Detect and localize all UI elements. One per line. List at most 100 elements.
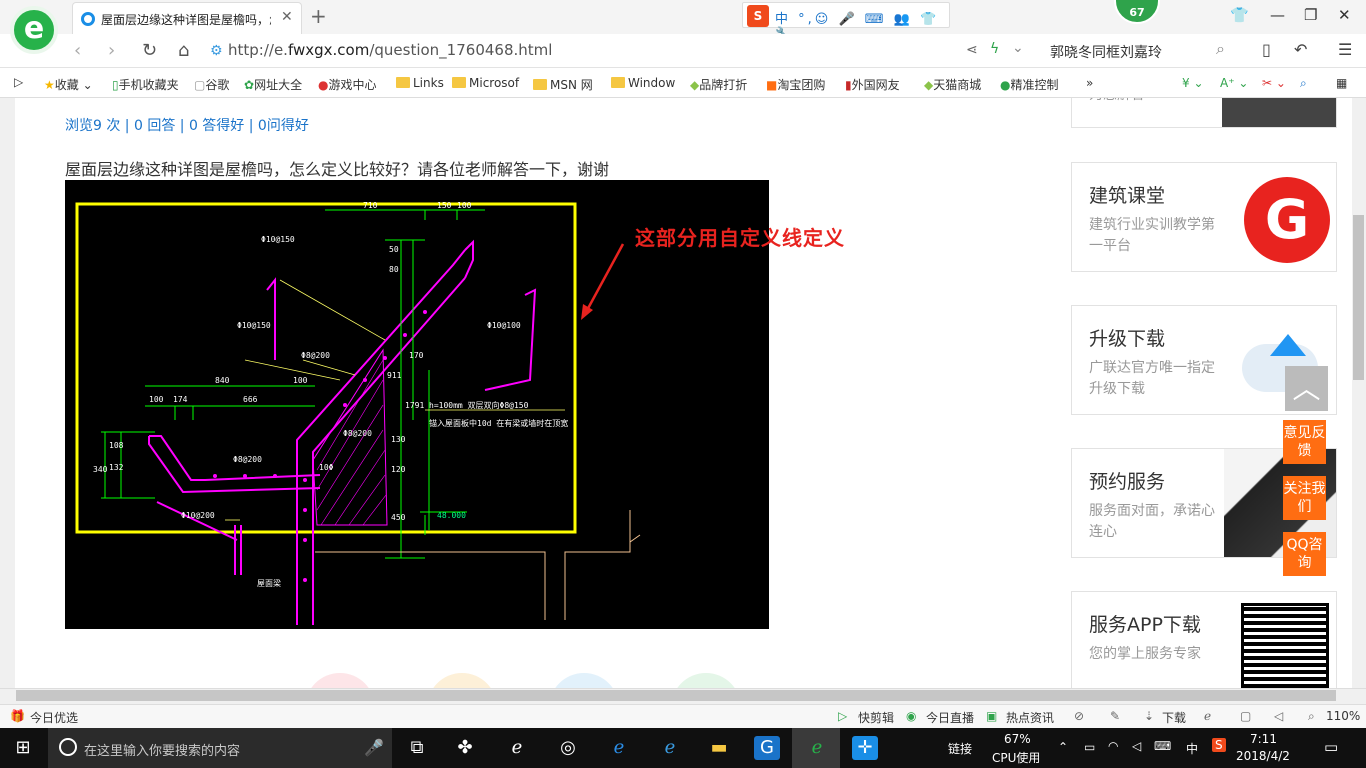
ie-icon[interactable]: ℯ [504,736,530,760]
tray-expand-icon[interactable]: ⌃ [1058,740,1068,754]
undo-icon[interactable]: ↶ [1294,40,1307,59]
category-circle-3[interactable] [549,673,619,688]
chevron-down-icon[interactable]: ⌄ [1012,40,1024,56]
translate-icon[interactable]: A⁺ ⌄ [1220,76,1248,90]
task-view-icon[interactable]: ⧉ [404,736,430,760]
share-icon[interactable]: ⋖ [966,42,978,58]
clock-date[interactable]: 2018/4/2 [1236,749,1290,763]
taskbar-search[interactable]: 在这里输入你要搜索的内容 🎤 [48,728,392,768]
new-tab-button[interactable]: + [310,4,327,28]
apps-icon[interactable]: ▦ [1336,76,1347,90]
qq-consult-button[interactable]: QQ咨询 [1283,532,1326,576]
sogou-tray-icon[interactable]: S [1212,738,1226,752]
bookmark-msn[interactable]: MSN 网 [533,76,593,93]
forward-icon[interactable]: › [108,40,115,61]
minimize-icon[interactable]: — [1270,6,1285,24]
home-icon[interactable]: ⌂ [178,40,189,61]
bookmark-foreign[interactable]: ▮外国网友 [845,76,900,93]
file-explorer-icon[interactable]: ▬ [706,736,732,760]
vertical-scrollbar[interactable] [1352,98,1366,688]
edge-icon[interactable]: ℯ [606,736,632,760]
sidebar-card-app[interactable]: 服务APP下载 您的掌上服务专家 [1071,591,1337,688]
sogou-ime-toolbar[interactable]: S 中 °,☺ 🎤 ⌨ 👥 👕 🔧 [742,2,950,42]
sidebar-toggle-icon[interactable]: ▷ [14,75,23,89]
today-picks[interactable]: 今日优选 [30,709,78,726]
internet-explorer-icon[interactable]: ℯ [657,736,683,760]
window-icon[interactable]: ▢ [1240,709,1251,723]
tab-close-button[interactable]: ✕ [281,9,293,25]
category-circle-4[interactable] [671,673,741,688]
bookmark-windows[interactable]: Window [611,76,675,90]
bookmark-favorites[interactable]: ★收藏 ⌄ [44,76,93,93]
search-bookmark-icon[interactable]: ⌕ [1300,76,1307,91]
money-icon[interactable]: ¥ ⌄ [1182,76,1204,90]
swirl-app-icon[interactable]: ◎ [555,736,581,760]
bookmark-control[interactable]: ●精准控制 [1000,76,1059,93]
question-stats[interactable]: 浏览9 次 | 0 回答 | 0 答得好 | 0问得好 [65,115,309,135]
teamviewer-icon[interactable]: ✛ [852,736,878,760]
ime-indicator[interactable]: 中 [1186,740,1198,757]
sidebar-card-answer[interactable]: 为您解答 [1071,98,1337,128]
follow-us-button[interactable]: 关注我们 [1283,476,1326,520]
restore-icon[interactable]: ❐ [1304,6,1317,24]
shirt-icon[interactable]: 👕 [1230,6,1249,24]
bookmark-links[interactable]: Links [396,76,444,90]
kuaijian-link[interactable]: 快剪辑 [858,709,894,726]
more-bookmarks-icon[interactable]: » [1086,76,1093,90]
bookmark-taobao[interactable]: ■淘宝团购 [766,76,825,93]
taskbar-search-input[interactable]: 在这里输入你要搜索的内容 [84,740,240,759]
bookmark-brand[interactable]: ◆品牌打折 [690,76,747,93]
keyboard-icon[interactable]: ⌨ [1154,739,1171,753]
ie-mode-icon[interactable]: ℯ [1204,709,1211,723]
scissors-icon[interactable]: ✂ ⌄ [1262,76,1286,90]
search-icon[interactable]: ⌕ [1216,39,1225,59]
live-link[interactable]: 今日直播 [926,709,974,726]
browser-tab[interactable]: 屋面层边缘这种详图是屋檐吗，怎么定义 ✕ [72,2,302,34]
pin-icon[interactable]: ✎ [1110,709,1120,723]
glodon-app-icon[interactable]: G [754,736,780,760]
news-icon: ▣ [986,709,998,723]
url-field[interactable]: http://e.fwxgx.com/question_1760468.html [228,41,552,59]
mute-icon[interactable]: ◁ [1274,709,1283,723]
battery-icon[interactable]: ▭ [1084,740,1095,754]
horizontal-scroll-thumb[interactable] [16,690,1336,701]
feedback-button[interactable]: 意见反馈 [1283,420,1326,464]
bookmark-microsoft[interactable]: Microsof [452,76,519,90]
microphone-icon[interactable]: 🎤 [364,738,384,757]
search-box[interactable]: 郭晓冬同框刘嘉玲 ⌕ [1040,38,1240,64]
notification-center-icon[interactable]: ▭ [1324,738,1338,756]
tray-link[interactable]: 链接 [948,740,972,757]
phone-icon[interactable]: ▯ [1262,40,1271,59]
category-circle-1[interactable] [305,673,375,688]
lightning-icon[interactable]: ϟ [990,41,999,57]
bookmark-mobile[interactable]: ▯手机收藏夹 [112,76,179,93]
sogou-icon[interactable]: S [747,5,769,27]
bookmark-daquan[interactable]: ✿网址大全 [244,76,302,93]
windows-start-icon[interactable]: ⊞ [10,736,36,760]
zoom-level[interactable]: 110% [1326,709,1360,723]
notification-badge[interactable]: 67 [1114,0,1160,24]
pinwheel-icon[interactable]: ✤ [452,736,478,760]
card-title: 服务APP下载 [1089,614,1201,636]
download-link[interactable]: 下载 [1162,709,1186,726]
search-input[interactable]: 郭晓冬同框刘嘉玲 [1050,42,1162,62]
scroll-to-top-button[interactable]: ︿ [1285,366,1328,411]
bookmark-tmall[interactable]: ◆天猫商城 [924,76,981,93]
browser-taskbar-icon[interactable]: ℯ [804,736,830,760]
vertical-scroll-thumb[interactable] [1353,215,1364,380]
sidebar-card-classroom[interactable]: 建筑课堂 建筑行业实训教学第一平台 G [1071,162,1337,272]
wifi-icon[interactable]: ◠ [1108,739,1118,753]
clock-time[interactable]: 7:11 [1250,732,1277,746]
refresh-icon[interactable]: ↻ [142,40,157,61]
browser-logo[interactable]: e [10,6,58,54]
bookmark-games[interactable]: ●游戏中心 [318,76,377,93]
menu-icon[interactable]: ☰ [1338,40,1352,59]
speed-icon[interactable]: ⊘ [1074,709,1084,723]
bookmark-google[interactable]: ▢谷歌 [194,76,229,93]
volume-icon[interactable]: ◁ [1132,739,1141,753]
category-circle-2[interactable] [427,673,497,688]
dim-50: 50 [389,245,399,254]
close-window-icon[interactable]: ✕ [1338,6,1351,24]
back-icon[interactable]: ‹ [74,40,81,61]
news-link[interactable]: 热点资讯 [1006,709,1054,726]
